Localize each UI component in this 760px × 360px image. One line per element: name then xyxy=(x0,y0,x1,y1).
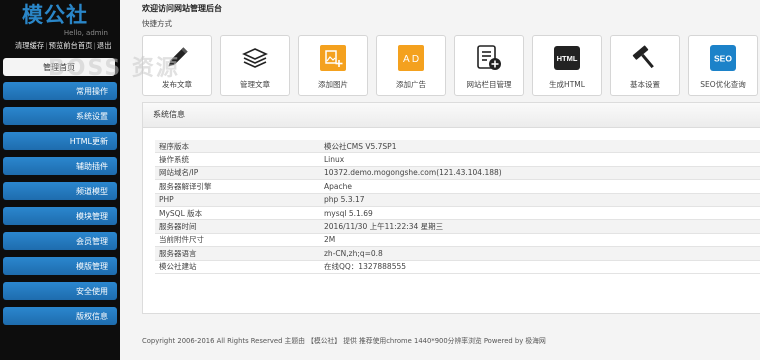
info-value: zh-CN,zh;q=0.8 xyxy=(320,246,760,261)
info-value: Apache xyxy=(320,179,760,194)
sidebar-item-system-settings[interactable]: 系统设置 xyxy=(3,107,117,125)
sidebar-item-common[interactable]: 常用操作 xyxy=(3,82,117,100)
table-row: 服务器语言 zh-CN,zh;q=0.8 xyxy=(155,246,760,261)
info-key: MySQL 版本 xyxy=(155,206,320,221)
shortcut-label: 基本设置 xyxy=(630,80,660,89)
shortcut-label: SEO优化查询 xyxy=(700,80,746,89)
table-row: 操作系统 Linux xyxy=(155,152,760,167)
sidebar-item-channel-model[interactable]: 频道模型 xyxy=(3,182,117,200)
table-row: 网站域名/IP 10372.demo.mogongshe.com(121.43.1… xyxy=(155,166,760,181)
clear-cache-link[interactable]: 清理缓存 xyxy=(15,41,44,50)
shortcut-publish-article[interactable]: 发布文章 xyxy=(142,35,212,96)
table-row: PHP php 5.3.17 xyxy=(155,193,760,207)
image-add-icon xyxy=(320,45,346,71)
info-key: 操作系统 xyxy=(155,152,320,167)
hammer-icon xyxy=(632,45,654,69)
sidebar-menu: 常用操作 系统设置 HTML更新 辅助插件 频道模型 模块管理 会员管理 模版管… xyxy=(3,82,117,332)
sidebar-item-members[interactable]: 会员管理 xyxy=(3,232,117,250)
table-row: 服务器时间 2016/11/30 上午11:22:34 星期三 xyxy=(155,219,760,234)
shortcuts-title: 快捷方式 xyxy=(142,19,172,28)
info-key: 程序版本 xyxy=(155,140,320,154)
info-key: 模公社建站 xyxy=(155,260,320,274)
table-row: 程序版本 模公社CMS V5.7SP1 xyxy=(155,140,760,154)
table-row: 服务器解译引擎 Apache xyxy=(155,179,760,194)
logo: 模公社 xyxy=(22,3,88,27)
footer-copyright: Copyright 2006-2016 All Rights Reserved … xyxy=(142,337,546,345)
info-value: mysql 5.1.69 xyxy=(320,206,760,221)
info-value: 10372.demo.mogongshe.com(121.43.104.188) xyxy=(320,166,760,181)
info-value: 在线QQ：1327888555 xyxy=(320,260,760,274)
sidebar-item-home[interactable]: 管理首页 xyxy=(3,58,115,76)
info-value: Linux xyxy=(320,152,760,167)
table-row: 模公社建站 在线QQ：1327888555 xyxy=(155,260,760,274)
logout-link[interactable]: 退出 xyxy=(97,41,112,50)
shortcut-seo-query[interactable]: SEO SEO优化查询 xyxy=(688,35,758,96)
seo-icon: SEO xyxy=(710,45,736,71)
sidebar: 模公社 Hello, admin 清理缓存|预览前台首页|退出 管理首页 常用操… xyxy=(0,0,120,360)
seo-icon-text: SEO xyxy=(714,54,732,64)
system-info-table: 程序版本 模公社CMS V5.7SP1 操作系统 Linux 网站域名/IP 1037… xyxy=(155,140,760,274)
list-add-icon xyxy=(477,45,501,70)
shortcut-label: 管理文章 xyxy=(240,80,270,89)
shortcut-label: 网站栏目管理 xyxy=(466,80,512,89)
info-key: 当前附件尺寸 xyxy=(155,233,320,248)
info-key: 服务器语言 xyxy=(155,246,320,261)
info-value: php 5.3.17 xyxy=(320,193,760,207)
greeting: Hello, admin xyxy=(63,29,108,37)
system-info-panel: 系统信息 程序版本 模公社CMS V5.7SP1 操作系统 Linux 网站域名/I… xyxy=(142,102,760,314)
shortcut-basic-settings[interactable]: 基本设置 xyxy=(610,35,680,96)
info-key: 服务器解译引擎 xyxy=(155,179,320,194)
panel-title: 系统信息 xyxy=(143,103,760,128)
preview-home-link[interactable]: 预览前台首页 xyxy=(49,41,93,50)
info-key: 服务器时间 xyxy=(155,219,320,234)
shortcut-label: 生成HTML xyxy=(549,80,585,89)
table-row: 当前附件尺寸 2M xyxy=(155,233,760,248)
top-links: 清理缓存|预览前台首页|退出 xyxy=(15,41,112,50)
shortcut-label: 添加图片 xyxy=(318,80,348,89)
sidebar-item-copyright[interactable]: 版权信息 xyxy=(3,307,117,325)
info-key: 网站域名/IP xyxy=(155,166,320,181)
pencil-icon xyxy=(168,47,188,67)
info-value: 2016/11/30 上午11:22:34 星期三 xyxy=(320,219,760,234)
html-icon-text: HTML xyxy=(557,54,578,63)
shortcut-label: 添加广告 xyxy=(396,80,426,89)
info-value: 2M xyxy=(320,233,760,248)
shortcut-manage-articles[interactable]: 管理文章 xyxy=(220,35,290,96)
shortcut-generate-html[interactable]: HTML 生成HTML xyxy=(532,35,602,96)
shortcut-add-image[interactable]: 添加图片 xyxy=(298,35,368,96)
table-row: MySQL 版本 mysql 5.1.69 xyxy=(155,206,760,221)
shortcut-label: 发布文章 xyxy=(162,80,192,89)
html-icon: HTML xyxy=(554,46,580,70)
sidebar-item-templates[interactable]: 模版管理 xyxy=(3,257,117,275)
shortcut-bar: 发布文章 管理文章 添加图片 A D 添加广告 网站栏目管理 HTML 生成HT… xyxy=(142,35,760,96)
info-value: 模公社CMS V5.7SP1 xyxy=(320,140,760,154)
sidebar-item-html-update[interactable]: HTML更新 xyxy=(3,132,117,150)
shortcut-add-ad[interactable]: A D 添加广告 xyxy=(376,35,446,96)
shortcut-manage-columns[interactable]: 网站栏目管理 xyxy=(454,35,524,96)
sidebar-item-plugins[interactable]: 辅助插件 xyxy=(3,157,117,175)
info-key: PHP xyxy=(155,193,320,207)
stack-icon xyxy=(242,48,268,68)
sidebar-item-modules[interactable]: 模块管理 xyxy=(3,207,117,225)
page-title: 欢迎访问网站管理后台 xyxy=(142,4,222,13)
ad-icon: A D xyxy=(398,45,424,71)
sidebar-item-security[interactable]: 安全使用 xyxy=(3,282,117,300)
ad-icon-text: A D xyxy=(403,54,419,65)
